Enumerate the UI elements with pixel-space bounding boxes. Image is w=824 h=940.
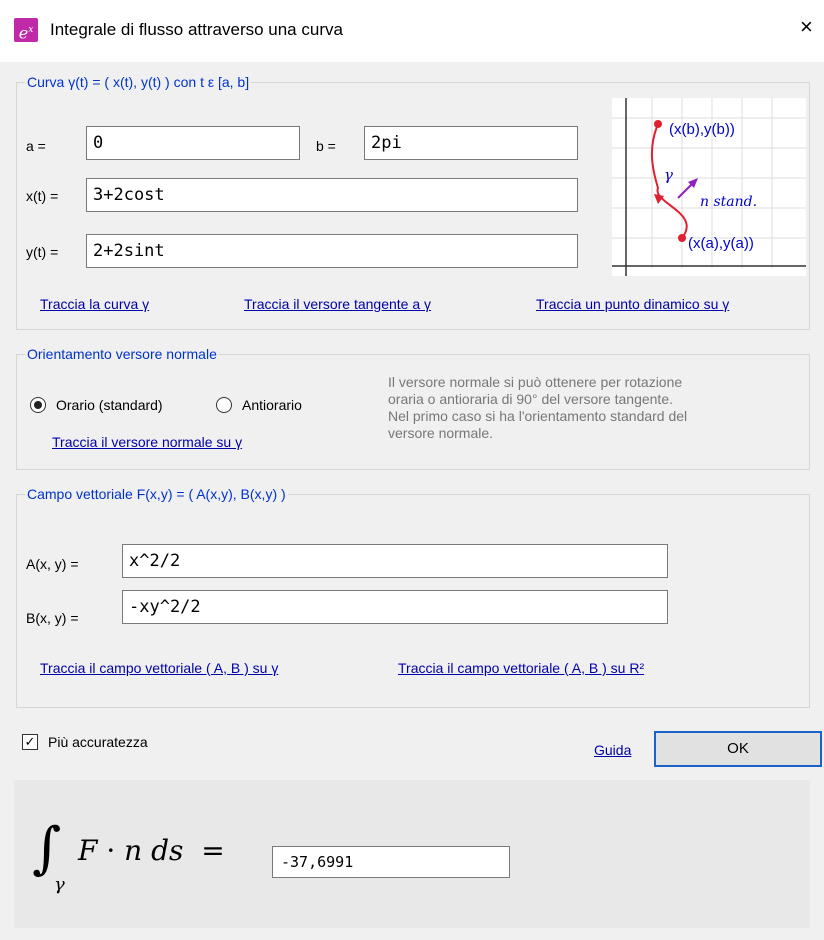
- a-input[interactable]: 0: [86, 126, 300, 160]
- result-field[interactable]: -37,6991: [272, 846, 510, 878]
- clockwise-radio[interactable]: [30, 397, 46, 413]
- end-point-label: (x(b),y(b)): [669, 121, 735, 138]
- b-label: b =: [316, 138, 336, 154]
- x-input[interactable]: 3+2cost: [86, 178, 578, 212]
- draw-field-curve-link[interactable]: Traccia il campo vettoriale ( A, B ) su …: [40, 660, 278, 676]
- help-link[interactable]: Guida: [594, 742, 631, 758]
- ok-button[interactable]: OK: [654, 731, 822, 767]
- accuracy-checkbox[interactable]: ✓: [22, 734, 38, 750]
- y-input[interactable]: 2+2sint: [86, 234, 578, 268]
- counterclockwise-label[interactable]: Antiorario: [242, 397, 302, 413]
- b-function-input[interactable]: -xy^2/2: [122, 590, 668, 624]
- y-label: y(t) =: [26, 244, 59, 260]
- title-bar: ex Integrale di flusso attraverso una cu…: [0, 0, 824, 62]
- draw-curve-link[interactable]: Traccia la curva γ: [40, 296, 149, 312]
- accuracy-label[interactable]: Più accuratezza: [48, 734, 148, 750]
- counterclockwise-radio[interactable]: [216, 397, 232, 413]
- b-input[interactable]: 2pi: [364, 126, 578, 160]
- x-label: x(t) =: [26, 188, 59, 204]
- integral-sign: ∫: [32, 816, 62, 881]
- draw-field-plane-link[interactable]: Traccia il campo vettoriale ( A, B ) su …: [398, 660, 644, 676]
- start-point-label: (x(a),y(a)): [688, 235, 754, 252]
- curve-diagram: (x(b),y(b)) (x(a),y(a)) γ n stand.: [612, 98, 806, 276]
- draw-point-link[interactable]: Traccia un punto dinamico su γ: [536, 296, 729, 312]
- a-function-label: A(x, y) =: [26, 556, 79, 572]
- close-icon[interactable]: ×: [800, 14, 813, 40]
- draw-tangent-link[interactable]: Traccia il versore tangente a γ: [244, 296, 431, 312]
- clockwise-label[interactable]: Orario (standard): [56, 397, 163, 413]
- vector-field-legend: Campo vettoriale F(x,y) = ( A(x,y), B(x,…: [27, 486, 286, 502]
- window-title: Integrale di flusso attraverso una curva: [50, 20, 343, 39]
- b-function-label: B(x, y) =: [26, 610, 79, 626]
- curve-diagram-svg: (x(b),y(b)) (x(a),y(a)) γ n stand.: [612, 98, 806, 276]
- normal-label: n stand.: [700, 194, 757, 210]
- app-icon: ex: [14, 18, 38, 42]
- a-label: a =: [26, 138, 46, 154]
- a-function-input[interactable]: x^2/2: [122, 544, 668, 578]
- integral-subscript: γ: [54, 874, 65, 895]
- dialog-window: ex Integrale di flusso attraverso una cu…: [0, 0, 824, 940]
- orientation-legend: Orientamento versore normale: [27, 346, 217, 362]
- orientation-help-text: Il versore normale si può ottenere per r…: [388, 374, 688, 441]
- curve-legend: Curva γ(t) = ( x(t), y(t) ) con t ε [a, …: [27, 74, 250, 90]
- formula-f: F · n ds =: [78, 834, 225, 867]
- gamma-label: γ: [664, 166, 673, 184]
- draw-normal-link[interactable]: Traccia il versore normale su γ: [52, 434, 242, 450]
